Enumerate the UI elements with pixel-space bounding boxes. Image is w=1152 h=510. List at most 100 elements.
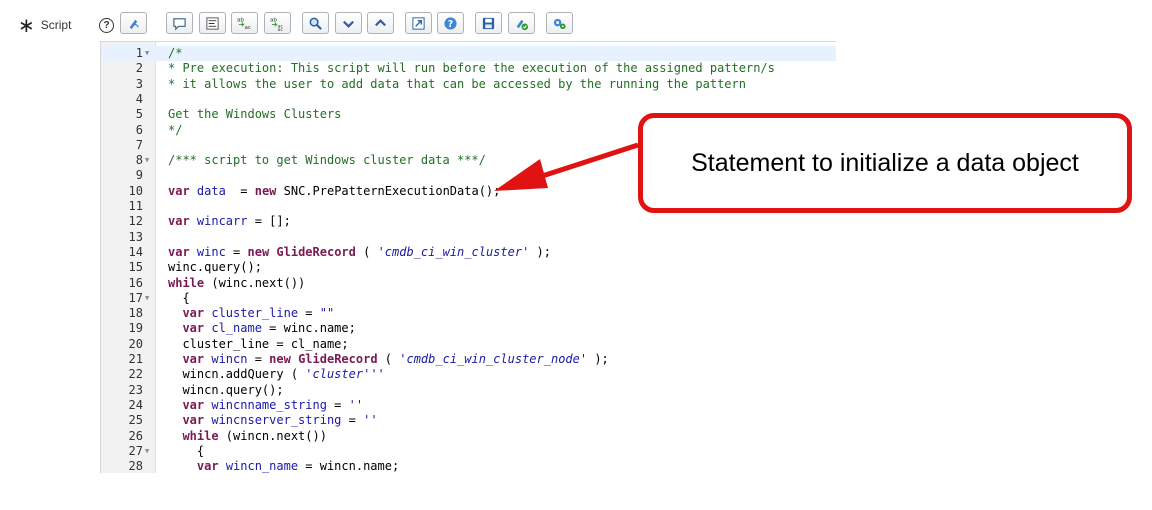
expand-icon: [412, 16, 425, 30]
fullscreen-button[interactable]: [405, 12, 432, 34]
code-token: var: [168, 214, 197, 229]
code-token: =: [298, 306, 320, 321]
field-label-text: Script: [40, 18, 72, 32]
code-line[interactable]: 28 var wincn_name = wincn.name;: [101, 459, 836, 473]
code-text: var wincn = new GlideRecord ( 'cmdb_ci_w…: [168, 352, 608, 367]
find-next-button[interactable]: [335, 12, 362, 34]
code-token: var: [168, 244, 197, 259]
replace-button[interactable]: ab ac: [231, 12, 258, 34]
code-text: {: [168, 444, 204, 459]
code-token: * it allows the user to add data that ca…: [168, 76, 746, 91]
settings-button[interactable]: [546, 12, 573, 34]
fold-toggle-icon[interactable]: ▼: [145, 444, 149, 459]
code-text: var wincn_name = wincn.name;: [168, 459, 399, 473]
search-button[interactable]: [302, 12, 329, 34]
code-token: '': [363, 413, 378, 428]
code-line[interactable]: 25 var wincnserver_string = '': [101, 413, 836, 428]
code-line[interactable]: 4: [101, 92, 836, 107]
help-button[interactable]: ?: [437, 12, 464, 34]
code-line[interactable]: 14 var winc = new GlideRecord ( 'cmdb_ci_…: [101, 245, 836, 260]
floppy-disk-icon: [482, 17, 495, 29]
code-text: cluster_line = cl_name;: [168, 337, 348, 352]
code-token: new: [269, 352, 299, 366]
code-token: (winc.next()): [204, 275, 306, 290]
debug-button[interactable]: [508, 12, 535, 34]
code-text: var cluster_line = "": [168, 306, 334, 321]
toggle-syntax-button[interactable]: [120, 12, 147, 34]
fold-toggle-icon[interactable]: ▼: [145, 153, 149, 168]
line-number: 19: [128, 321, 143, 336]
code-line[interactable]: 20 cluster_line = cl_name;: [101, 337, 836, 352]
code-token: /*: [168, 46, 183, 60]
fold-toggle-icon[interactable]: ▼: [145, 46, 149, 61]
code-token: wincnserver_string: [211, 413, 342, 428]
code-token: winc: [196, 244, 226, 259]
code-token: (wincn.next()): [218, 428, 327, 443]
code-text: var data = new SNC.PrePatternExecutionDa…: [168, 184, 500, 199]
code-token: {: [168, 443, 205, 458]
code-token: = [];: [247, 214, 291, 229]
code-token: 'cmdb_ci_win_cluster': [377, 244, 530, 259]
code-token: var: [182, 306, 212, 321]
line-number: 11: [128, 199, 143, 213]
line-number: 21: [128, 352, 143, 366]
script-debug-icon: [516, 19, 529, 30]
code-token: /*** script to get Windows cluster data …: [168, 153, 486, 168]
code-token: new: [247, 244, 277, 259]
code-token: cl_name: [211, 321, 262, 336]
code-token: wincarr: [196, 214, 248, 229]
code-line[interactable]: 2 * Pre execution: This script will run b…: [101, 61, 836, 76]
code-line[interactable]: 17 ▼ {: [101, 291, 836, 306]
line-number: 17: [128, 290, 143, 305]
code-editor[interactable]: 1 ▼/* 2 * Pre execution: This script will r…: [100, 41, 836, 473]
line-number: 7: [135, 137, 143, 152]
code-token: {: [168, 290, 190, 305]
code-line[interactable]: 13: [101, 230, 836, 245]
code-text: while (wincn.next()): [168, 429, 327, 444]
code-line[interactable]: 19 var cl_name = winc.name;: [101, 321, 836, 336]
code-token: 'cluster': [305, 367, 371, 382]
code-token: var: [196, 459, 226, 473]
code-line[interactable]: 12 var wincarr = [];: [101, 214, 836, 229]
line-number: 24: [128, 397, 143, 412]
code-token: */: [168, 122, 183, 137]
line-number: 15: [128, 260, 143, 275]
code-token: * Pre execution: This script will run be…: [168, 61, 775, 76]
code-line[interactable]: 24 var wincnname_string = '': [101, 398, 836, 413]
code-text: * it allows the user to add data that ca…: [168, 77, 746, 92]
magnifier-icon: [309, 17, 322, 30]
code-line[interactable]: 16 while (winc.next()): [101, 276, 836, 291]
save-button[interactable]: [475, 12, 502, 34]
find-previous-button[interactable]: [367, 12, 394, 34]
code-line[interactable]: 21 var wincn = new GlideRecord ( 'cmdb_c…: [101, 352, 836, 367]
line-number: 22: [128, 367, 143, 382]
line-number: 12: [128, 214, 143, 229]
chevron-down-icon: [343, 20, 354, 28]
line-number: 13: [128, 229, 143, 244]
replace-all-button[interactable]: ab ac ac: [264, 12, 291, 34]
code-token: (: [355, 244, 378, 259]
code-token: new: [254, 183, 284, 198]
code-line[interactable]: 23 wincn.query();: [101, 383, 836, 398]
line-number: 9: [135, 168, 143, 183]
code-line[interactable]: 18 var cluster_line = "": [101, 306, 836, 321]
code-token: );: [529, 244, 551, 259]
code-text: Get the Windows Clusters: [168, 107, 341, 122]
code-line[interactable]: 1 ▼ /*: [101, 46, 836, 62]
code-token: "": [319, 306, 335, 321]
code-line[interactable]: 27 ▼ {: [101, 444, 836, 459]
code-text: /*** script to get Windows cluster data …: [168, 153, 486, 168]
line-number: 10: [128, 183, 143, 198]
code-token: var: [182, 413, 212, 428]
code-line[interactable]: 15 winc.query();: [101, 260, 836, 275]
comment-button[interactable]: [166, 12, 193, 34]
code-line[interactable]: 3 * it allows the user to add data that c…: [101, 77, 836, 92]
format-code-button[interactable]: [199, 12, 226, 34]
code-token: wincn.addQuery (: [168, 367, 306, 382]
code-line[interactable]: 22 wincn.addQuery ( 'cluster''': [101, 367, 836, 382]
code-line[interactable]: 26 while (wincn.next()): [101, 429, 836, 444]
field-help-icon[interactable]: ?: [99, 18, 114, 33]
code-token: var: [182, 397, 212, 412]
fold-toggle-icon[interactable]: ▼: [145, 291, 149, 306]
line-number: 23: [128, 382, 143, 397]
